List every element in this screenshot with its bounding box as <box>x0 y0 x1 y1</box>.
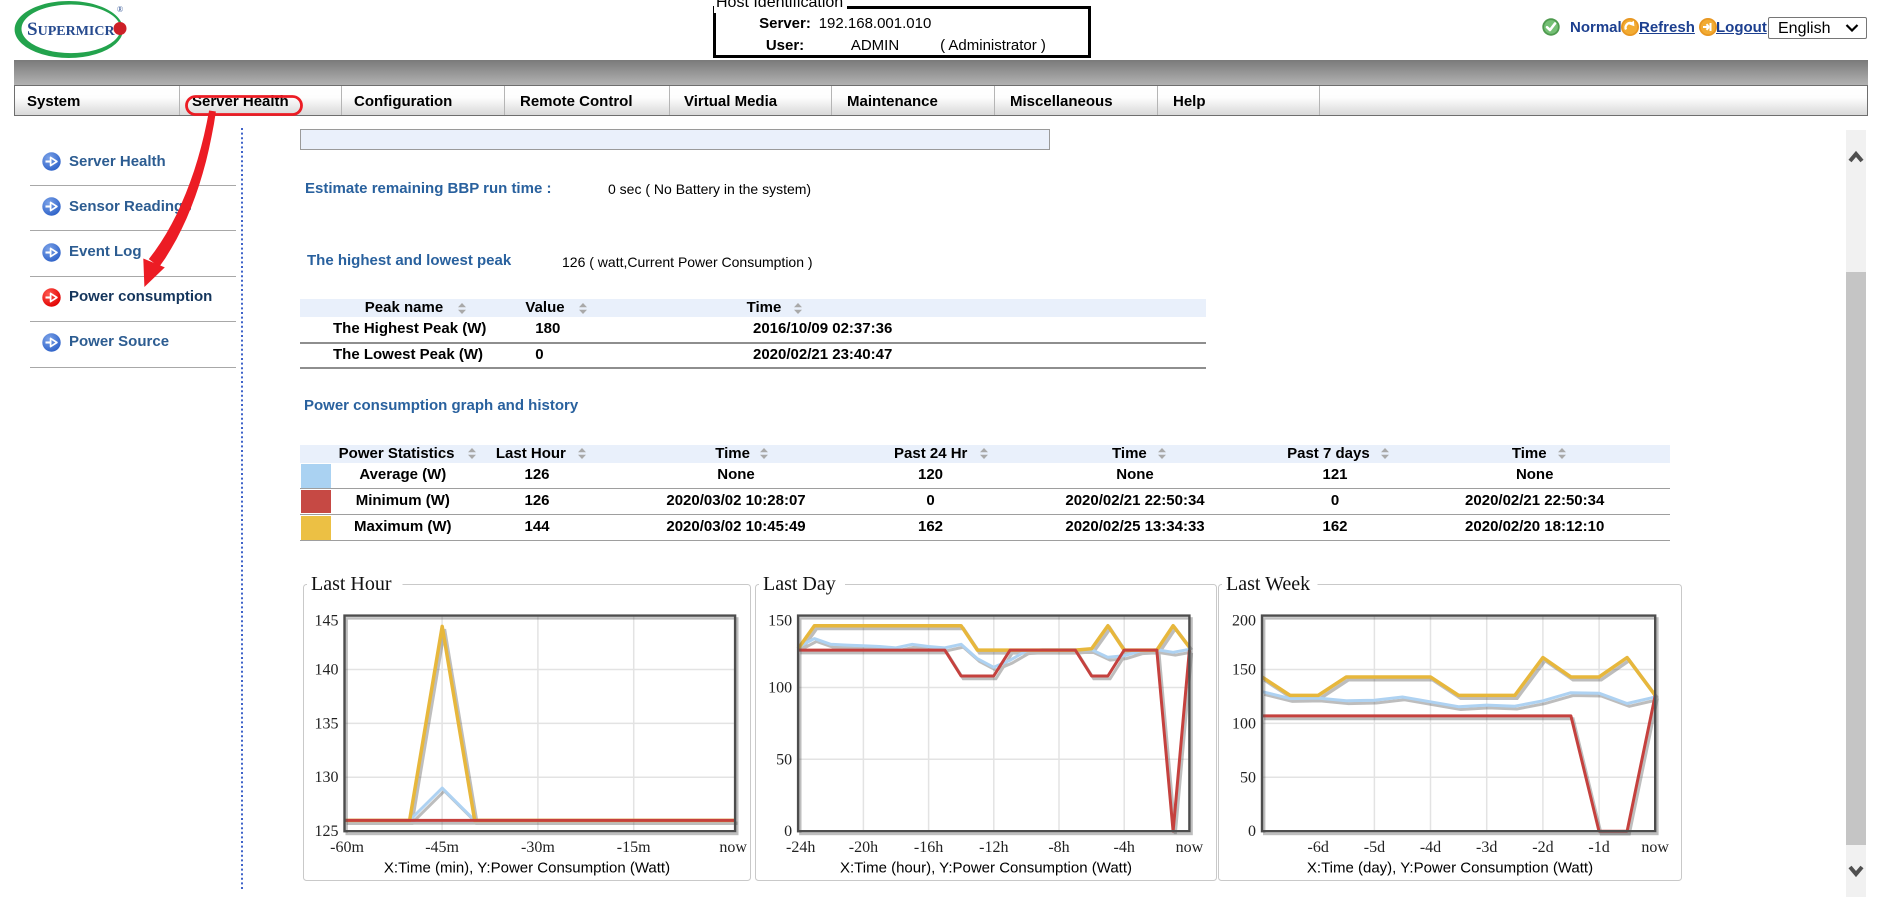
svg-text:130: 130 <box>315 769 339 786</box>
svg-text:200: 200 <box>1232 613 1256 630</box>
svg-text:-20h: -20h <box>849 839 878 856</box>
svg-text:125: 125 <box>315 823 339 840</box>
svg-text:140: 140 <box>315 662 339 679</box>
svg-text:X:Time (min), Y:Power Consumpt: X:Time (min), Y:Power Consumption (Watt) <box>384 860 670 877</box>
svg-text:-8h: -8h <box>1048 839 1069 856</box>
svg-text:SUPERMICR: SUPERMICR <box>27 19 115 40</box>
svg-text:Last Day: Last Day <box>763 573 836 595</box>
svg-text:-5d: -5d <box>1364 839 1385 856</box>
svg-text:Last Week: Last Week <box>1226 573 1310 595</box>
svg-text:-24h: -24h <box>786 839 815 856</box>
svg-text:Last Hour: Last Hour <box>311 573 392 595</box>
svg-text:-4h: -4h <box>1114 839 1135 856</box>
svg-text:-15m: -15m <box>617 839 651 856</box>
svg-text:now: now <box>1176 839 1204 856</box>
svg-text:145: 145 <box>315 613 339 630</box>
svg-text:100: 100 <box>768 680 792 697</box>
svg-text:100: 100 <box>1232 715 1256 732</box>
svg-text:now: now <box>1641 839 1669 856</box>
svg-text:-45m: -45m <box>425 839 459 856</box>
svg-text:-6d: -6d <box>1308 839 1329 856</box>
svg-text:50: 50 <box>776 751 792 768</box>
svg-text:150: 150 <box>1232 662 1256 679</box>
svg-text:-1d: -1d <box>1588 839 1609 856</box>
svg-text:0: 0 <box>784 823 792 840</box>
svg-text:X:Time (day), Y:Power Consumpt: X:Time (day), Y:Power Consumption (Watt) <box>1307 860 1593 877</box>
svg-text:X:Time (hour), Y:Power Consump: X:Time (hour), Y:Power Consumption (Watt… <box>840 860 1132 877</box>
svg-text:-12h: -12h <box>979 839 1008 856</box>
svg-text:-3d: -3d <box>1476 839 1497 856</box>
svg-text:0: 0 <box>1248 823 1256 840</box>
svg-text:135: 135 <box>315 715 339 732</box>
svg-text:-16h: -16h <box>914 839 943 856</box>
svg-text:®: ® <box>117 5 123 14</box>
svg-text:-4d: -4d <box>1420 839 1441 856</box>
svg-text:150: 150 <box>768 613 792 630</box>
svg-text:-30m: -30m <box>521 839 555 856</box>
svg-text:50: 50 <box>1240 769 1256 786</box>
svg-text:now: now <box>719 839 747 856</box>
svg-text:-2d: -2d <box>1532 839 1553 856</box>
svg-text:-60m: -60m <box>330 839 364 856</box>
